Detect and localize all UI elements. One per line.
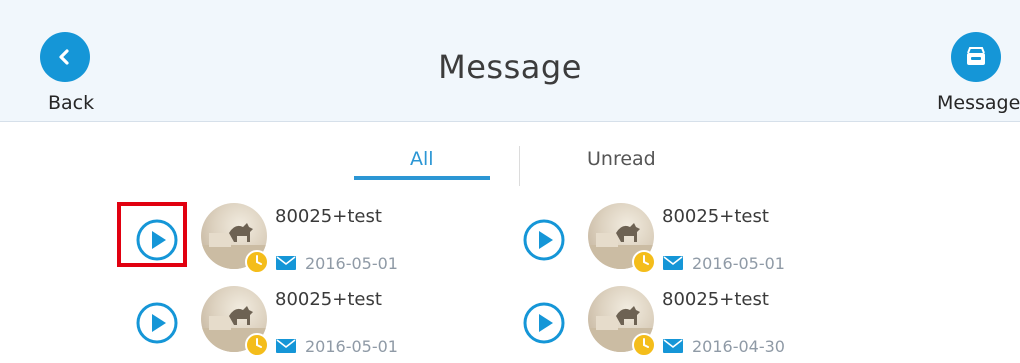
message-date: 2016-04-30 [692,337,785,356]
page-title: Message [438,48,582,86]
play-icon[interactable] [522,301,566,349]
play-icon[interactable] [135,301,179,349]
highlight-box [117,202,187,267]
tab-unread[interactable]: Unread [587,148,656,170]
message-sender: 80025+test [662,206,769,227]
tab-bar: All Unread [0,122,1020,192]
envelope-icon [663,338,683,357]
message-date: 2016-05-01 [305,254,398,273]
active-tab-indicator [354,176,490,180]
header-bar: Back Message Message [0,0,1020,122]
clock-icon [245,250,269,274]
message-date: 2016-05-01 [305,337,398,356]
message-sender: 80025+test [275,206,382,227]
message-item[interactable]: 80025+test 2016-05-01 [522,200,812,280]
message-button[interactable]: Message [937,32,1020,114]
message-date: 2016-05-01 [692,254,785,273]
clock-icon [632,250,656,274]
envelope-icon [663,255,683,274]
inbox-icon[interactable] [951,32,1001,82]
message-sender: 80025+test [275,289,382,310]
clock-icon [632,333,656,357]
message-item[interactable]: 80025+test 2016-05-01 [135,283,425,363]
back-label: Back [48,92,95,114]
message-sender: 80025+test [662,289,769,310]
envelope-icon [276,255,296,274]
clock-icon [245,333,269,357]
tab-divider [519,146,520,186]
message-label: Message [937,92,1020,114]
play-icon[interactable] [522,218,566,266]
envelope-icon [276,338,296,357]
tab-all[interactable]: All [410,148,434,170]
message-item[interactable]: 80025+test 2016-04-30 [522,283,812,363]
